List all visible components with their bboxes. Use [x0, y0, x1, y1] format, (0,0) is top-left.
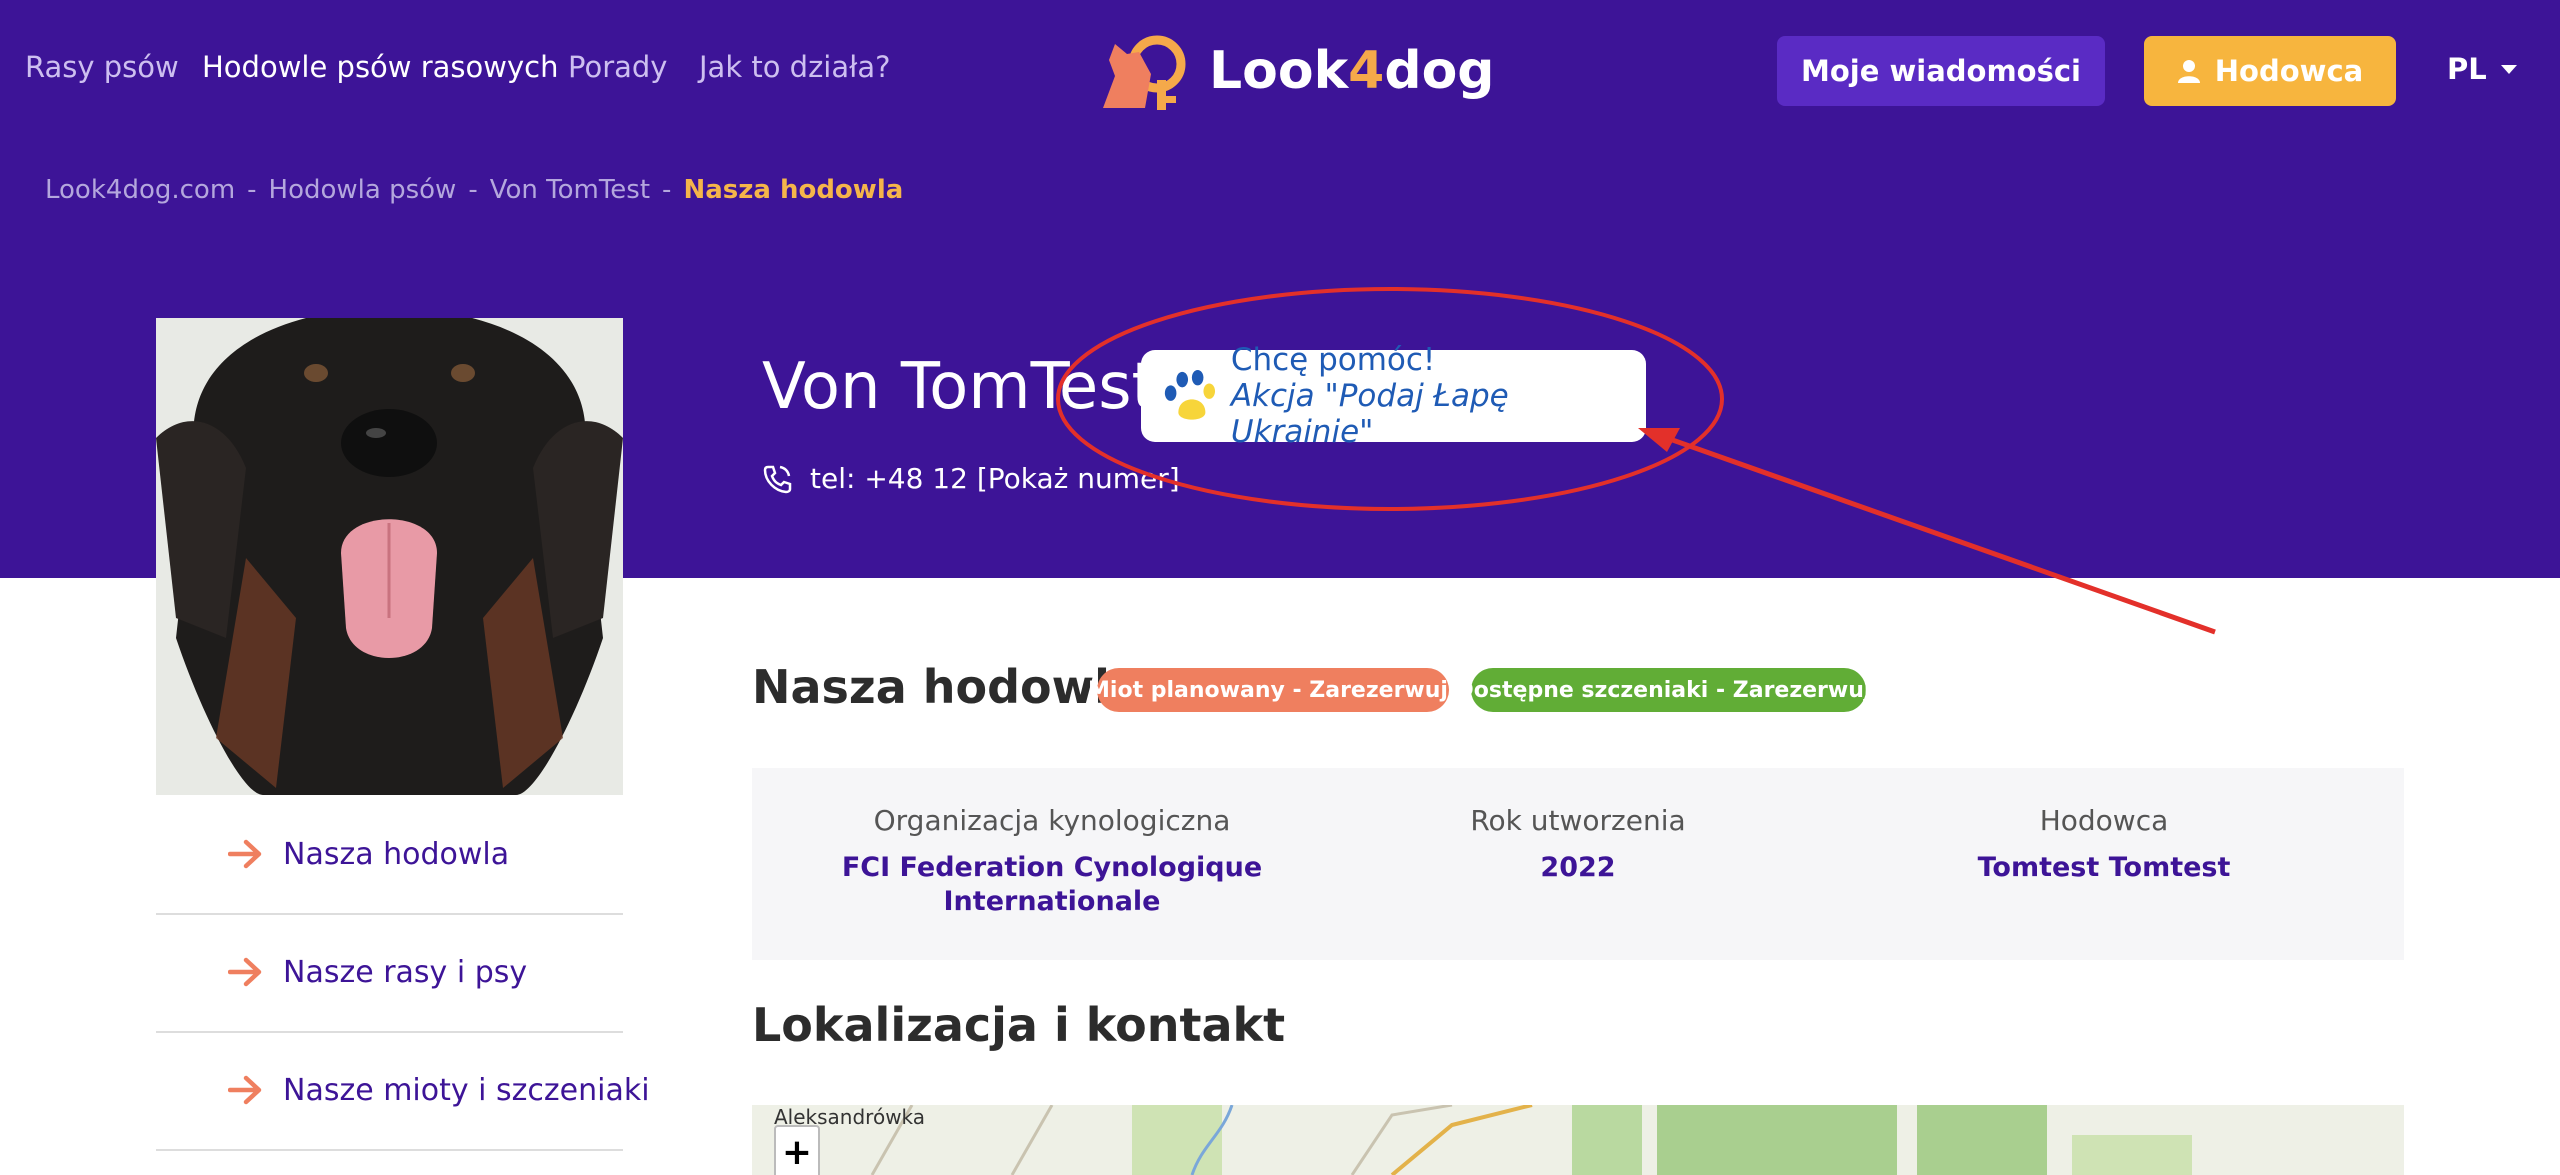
user-icon — [2177, 60, 2200, 83]
my-messages-button[interactable]: Moje wiadomości — [1777, 36, 2105, 106]
kennel-info-panel: Organizacja kynologiczna FCI Federation … — [752, 768, 2404, 960]
arrow-right-icon — [228, 839, 262, 869]
section-title-kennel: Nasza hodowla — [752, 660, 1141, 714]
site-logo[interactable]: Look4dog — [1095, 30, 1495, 112]
map-tiles — [752, 1105, 2404, 1175]
sidebar-item-label: Nasza hodowla — [283, 836, 510, 872]
kennel-phone[interactable]: tel: +48 12 [Pokaż numer] — [762, 462, 1180, 495]
breadcrumb-kennel[interactable]: Von TomTest — [490, 175, 650, 205]
phone-text: tel: +48 12 [Pokaż numer] — [810, 462, 1180, 495]
breeder-account-button[interactable]: Hodowca — [2144, 36, 2396, 106]
breadcrumb: Look4dog.com - Hodowla psów - Von TomTest - Na… — [45, 175, 903, 205]
map-zoom-in-button[interactable]: + — [774, 1125, 820, 1175]
nav-link-kennels[interactable]: Hodowle psów rasowych — [202, 50, 558, 84]
phone-icon — [763, 465, 792, 493]
paw-icon — [1164, 369, 1216, 420]
section-title-location: Lokalizacja i kontakt — [752, 998, 1286, 1052]
kennel-profile-photo — [156, 318, 623, 795]
info-organization: Organizacja kynologiczna FCI Federation … — [752, 804, 1352, 919]
help-card-campaign: Akcja "Podaj Łapę Ukrainie" — [1230, 378, 1509, 450]
arrow-right-icon — [228, 957, 262, 987]
logo-text: Look4dog — [1209, 41, 1495, 101]
info-year-founded: Rok utworzenia 2022 — [1312, 804, 1844, 885]
info-value[interactable]: Tomtest Tomtest — [1804, 851, 2404, 885]
sidebar-item-label: Nasze mioty i szczeniaki — [283, 1072, 650, 1108]
breadcrumb-home[interactable]: Look4dog.com — [45, 175, 235, 205]
help-card-title: Chcę pomóc! — [1230, 342, 1436, 378]
language-code: PL — [2447, 52, 2487, 86]
location-map[interactable]: Aleksandrówka + — [752, 1105, 2404, 1175]
breadcrumb-separator: - — [662, 175, 672, 205]
dog-photo-image — [156, 318, 623, 795]
language-selector[interactable]: PL — [2447, 52, 2517, 86]
nav-link-advice[interactable]: Porady — [568, 50, 667, 84]
info-breeder: Hodowca Tomtest Tomtest — [1804, 804, 2404, 885]
help-ukraine-button[interactable]: Chcę pomóc! Akcja "Podaj Łapę Ukrainie" — [1141, 342, 1646, 450]
sidebar-item-breeds-and-dogs[interactable]: Nasze rasy i psy — [156, 913, 623, 1033]
breeder-button-label: Hodowca — [2214, 54, 2364, 88]
sidebar-item-label: Nasze rasy i psy — [283, 954, 528, 990]
info-value: 2022 — [1540, 852, 1616, 883]
sidebar-item-litters-and-puppies[interactable]: Nasze mioty i szczeniaki — [156, 1031, 650, 1151]
info-value: FCI Federation Cynologique International… — [841, 852, 1263, 917]
nav-link-how-it-works[interactable]: Jak to działa? — [699, 50, 891, 84]
breadcrumb-current: Nasza hodowla — [683, 175, 904, 205]
badge-litter-planned[interactable]: Miot planowany - Zarezerwuj! — [1088, 668, 1458, 712]
info-label: Rok utworzenia — [1470, 804, 1686, 837]
sidebar-item-kennel[interactable]: Nasza hodowla — [156, 795, 623, 915]
nav-link-breeds[interactable]: Rasy psów — [25, 50, 179, 84]
breadcrumb-separator: - — [468, 175, 478, 205]
breadcrumb-kennels[interactable]: Hodowla psów — [269, 175, 457, 205]
dog-logo-icon — [1103, 35, 1186, 110]
breadcrumb-separator: - — [247, 175, 257, 205]
kennel-name: Von TomTest — [762, 350, 1157, 424]
info-label: Organizacja kynologiczna — [873, 804, 1231, 837]
arrow-right-icon — [228, 1075, 262, 1105]
info-label: Hodowca — [2039, 804, 2169, 837]
chevron-down-icon — [2500, 64, 2517, 74]
badge-puppies-available[interactable]: Dostępne szczeniaki - Zarezerwuj! — [1456, 668, 1881, 712]
